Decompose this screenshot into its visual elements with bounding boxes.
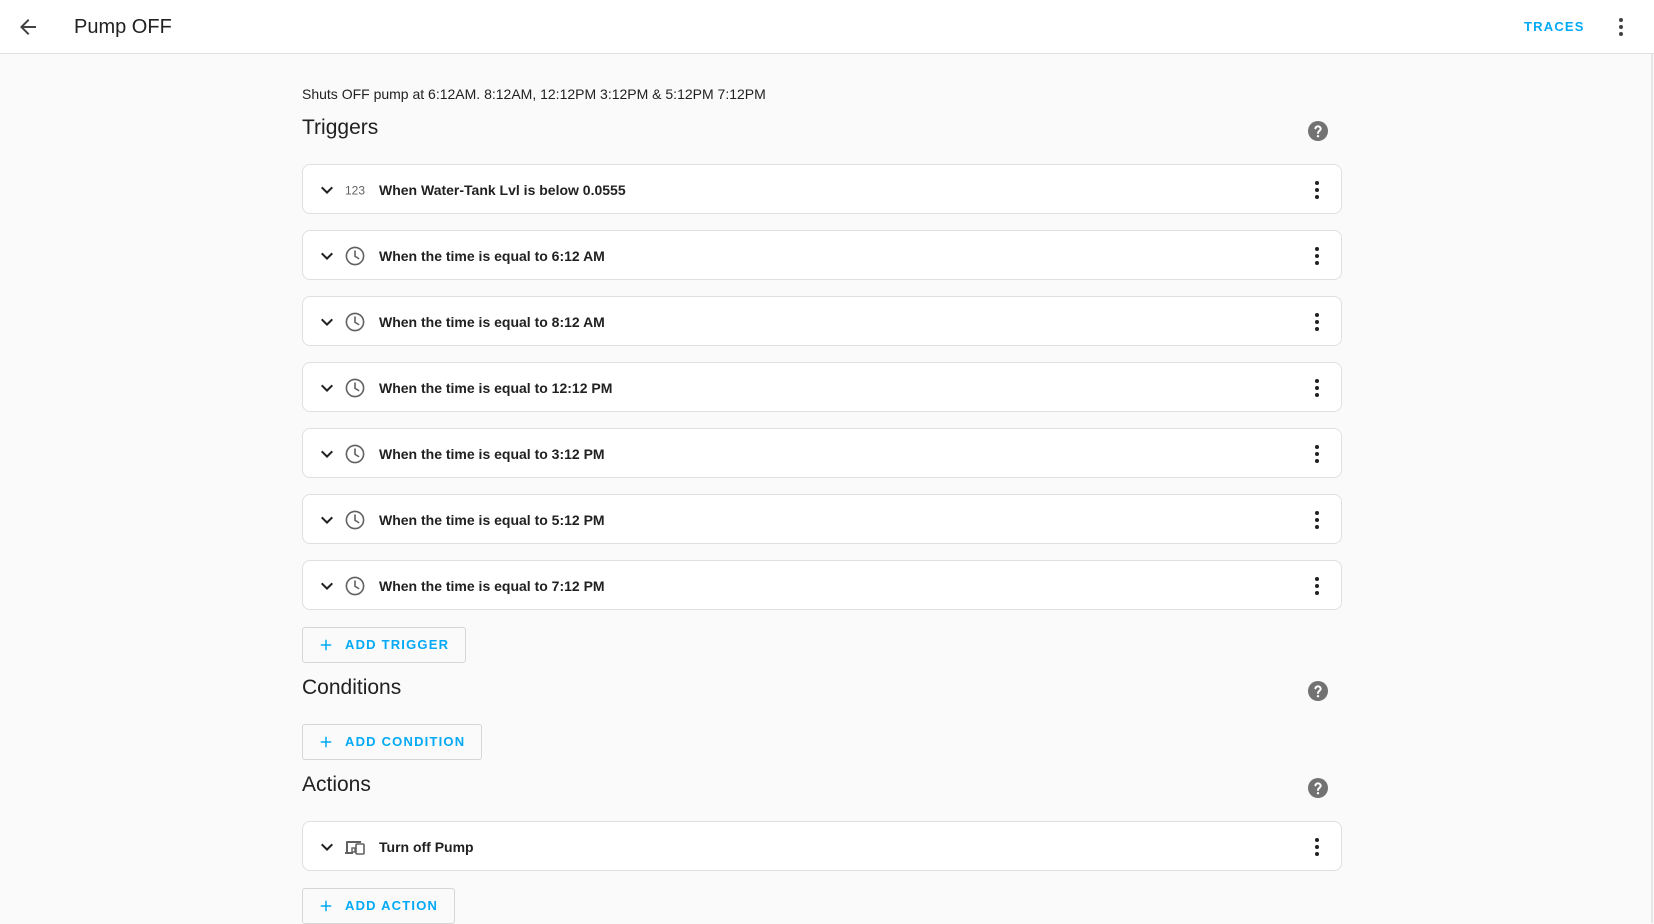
trigger-menu-button[interactable]	[1303, 374, 1331, 402]
trigger-label: When the time is equal to 3:12 PM	[379, 446, 605, 462]
chevron-down-icon[interactable]	[315, 310, 339, 334]
clock-icon	[345, 246, 365, 266]
chevron-down-icon[interactable]	[315, 574, 339, 598]
page-title: Pump OFF	[74, 16, 172, 38]
plus-icon	[320, 736, 332, 748]
trigger-row[interactable]: When the time is equal to 7:12 PM	[302, 560, 1342, 610]
trigger-row[interactable]: When the time is equal to 5:12 PM	[302, 494, 1342, 544]
trigger-label: When the time is equal to 12:12 PM	[379, 380, 613, 396]
clock-icon	[345, 576, 365, 596]
action-row[interactable]: Turn off Pump	[302, 821, 1342, 871]
action-menu-button[interactable]	[1303, 833, 1331, 861]
add-action-button[interactable]: ADD ACTION	[302, 888, 456, 924]
chevron-down-icon[interactable]	[315, 508, 339, 532]
dots-vertical-icon	[1315, 181, 1319, 199]
back-button[interactable]	[8, 7, 48, 47]
chevron-down-icon[interactable]	[315, 178, 339, 202]
dots-vertical-icon	[1619, 18, 1623, 36]
trigger-menu-button[interactable]	[1303, 506, 1331, 534]
chevron-down-icon[interactable]	[315, 244, 339, 268]
dots-vertical-icon	[1315, 247, 1319, 265]
plus-icon	[320, 900, 332, 912]
traces-button[interactable]: TRACES	[1524, 16, 1585, 38]
clock-icon	[345, 312, 365, 332]
clock-icon	[345, 444, 365, 464]
add-trigger-label: ADD TRIGGER	[345, 637, 450, 652]
trigger-row[interactable]: When the time is equal to 12:12 PM	[302, 362, 1342, 412]
help-icon[interactable]	[1306, 776, 1330, 800]
chevron-down-icon[interactable]	[315, 376, 339, 400]
clock-icon	[345, 510, 365, 530]
conditions-title: Conditions	[302, 676, 402, 699]
add-condition-button[interactable]: ADD CONDITION	[302, 724, 483, 760]
add-trigger-button[interactable]: ADD TRIGGER	[302, 627, 467, 663]
trigger-row[interactable]: When the time is equal to 3:12 PM	[302, 428, 1342, 478]
trigger-menu-button[interactable]	[1303, 572, 1331, 600]
trigger-label: When the time is equal to 6:12 AM	[379, 248, 605, 264]
overflow-menu-button[interactable]	[1606, 12, 1636, 42]
trigger-row[interactable]: When the time is equal to 8:12 AM	[302, 296, 1342, 346]
trigger-row[interactable]: When the time is equal to 6:12 AM	[302, 230, 1342, 280]
dots-vertical-icon	[1315, 838, 1319, 856]
devices-icon	[345, 841, 365, 855]
trigger-label: When Water-Tank Lvl is below 0.0555	[379, 182, 626, 198]
automation-description: Shuts OFF pump at 6:12AM. 8:12AM, 12:12P…	[302, 86, 766, 102]
svg-text:123: 123	[345, 184, 365, 198]
trigger-menu-button[interactable]	[1303, 176, 1331, 204]
trigger-row[interactable]: 123 When Water-Tank Lvl is below 0.0555	[302, 164, 1342, 214]
actions-title: Actions	[302, 773, 371, 796]
dots-vertical-icon	[1315, 379, 1319, 397]
top-app-bar: Pump OFF TRACES	[0, 0, 1654, 54]
help-icon[interactable]	[1306, 679, 1330, 703]
trigger-label: When the time is equal to 5:12 PM	[379, 512, 605, 528]
trigger-label: When the time is equal to 7:12 PM	[379, 578, 605, 594]
trigger-menu-button[interactable]	[1303, 440, 1331, 468]
add-action-label: ADD ACTION	[345, 898, 439, 913]
scrollbar[interactable]	[1651, 54, 1653, 923]
triggers-title: Triggers	[302, 116, 379, 139]
clock-icon	[345, 378, 365, 398]
numeric-icon: 123	[345, 184, 365, 198]
dots-vertical-icon	[1315, 511, 1319, 529]
action-label: Turn off Pump	[379, 839, 474, 855]
trigger-menu-button[interactable]	[1303, 242, 1331, 270]
dots-vertical-icon	[1315, 445, 1319, 463]
dots-vertical-icon	[1315, 577, 1319, 595]
add-condition-label: ADD CONDITION	[345, 734, 466, 749]
dots-vertical-icon	[1315, 313, 1319, 331]
chevron-down-icon[interactable]	[315, 442, 339, 466]
arrow-left-icon	[20, 19, 36, 35]
plus-icon	[320, 639, 332, 651]
chevron-down-icon[interactable]	[315, 835, 339, 859]
help-icon[interactable]	[1306, 119, 1330, 143]
trigger-menu-button[interactable]	[1303, 308, 1331, 336]
trigger-label: When the time is equal to 8:12 AM	[379, 314, 605, 330]
